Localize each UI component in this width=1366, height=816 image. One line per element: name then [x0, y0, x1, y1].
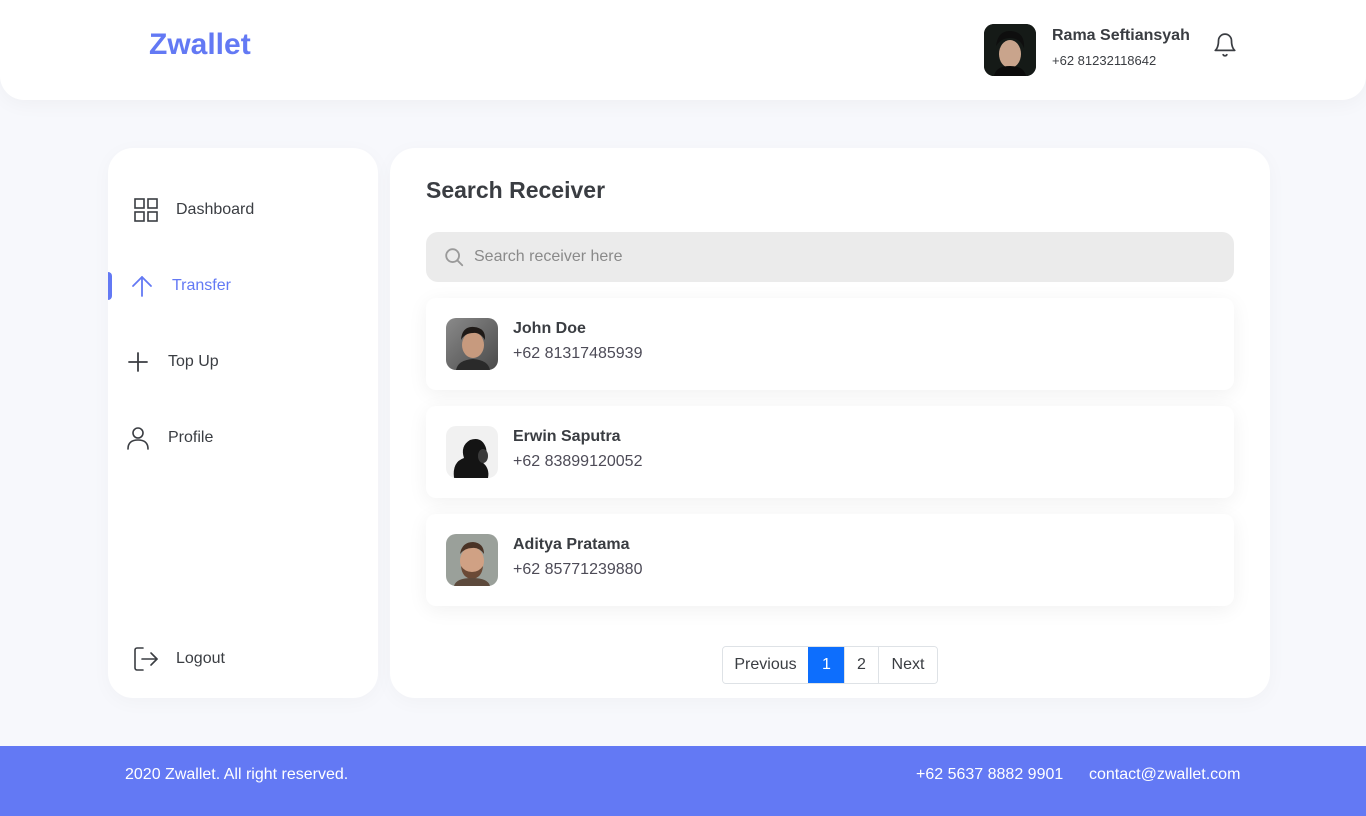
footer: 2020 Zwallet. All right reserved. +62 56…: [0, 746, 1366, 816]
main-panel: Search Receiver John Doe +62 81317485939: [390, 148, 1270, 698]
user-avatar-image: [984, 24, 1036, 76]
sidebar-item-label: Top Up: [168, 353, 219, 370]
page-title: Search Receiver: [426, 177, 606, 203]
sidebar-item-label: Transfer: [172, 277, 231, 294]
pagination: Previous 1 2 Next: [722, 646, 938, 684]
sidebar-item-label: Dashboard: [176, 201, 255, 218]
logout-button[interactable]: Logout: [108, 639, 378, 679]
active-indicator: [108, 272, 112, 300]
receiver-avatar: [446, 426, 498, 478]
arrow-up-icon: [128, 272, 156, 300]
receiver-name: John Doe: [513, 320, 586, 337]
receiver-name: Erwin Saputra: [513, 428, 621, 445]
receiver-phone: +62 83899120052: [513, 453, 643, 470]
footer-phone: +62 5637 8882 9901: [916, 766, 1064, 783]
user-avatar[interactable]: [984, 24, 1036, 76]
receiver-card[interactable]: Erwin Saputra +62 83899120052: [426, 406, 1234, 498]
receiver-avatar: [446, 534, 498, 586]
sidebar-item-label: Profile: [168, 429, 214, 446]
footer-copyright: 2020 Zwallet. All right reserved.: [125, 766, 349, 783]
sidebar-item-top-up[interactable]: Top Up: [108, 342, 378, 382]
top-header: Zwallet Rama Seftiansyah +62 81232118642: [0, 0, 1366, 100]
user-name: Rama Seftiansyah: [1052, 27, 1190, 44]
receiver-phone: +62 85771239880: [513, 561, 643, 578]
sidebar-item-profile[interactable]: Profile: [108, 418, 378, 458]
logout-label: Logout: [176, 650, 225, 667]
receiver-card[interactable]: Aditya Pratama +62 85771239880: [426, 514, 1234, 606]
search-bar[interactable]: [426, 232, 1234, 282]
sidebar: Dashboard Transfer Top Up Profile Logout: [108, 148, 378, 698]
grid-icon: [132, 196, 160, 224]
sidebar-item-dashboard[interactable]: Dashboard: [108, 190, 378, 230]
bell-icon[interactable]: [1212, 32, 1238, 58]
page-2-button[interactable]: 2: [844, 647, 878, 683]
receiver-phone: +62 81317485939: [513, 345, 643, 362]
previous-page-button[interactable]: Previous: [723, 647, 808, 683]
search-input[interactable]: [474, 232, 1214, 282]
sidebar-item-transfer[interactable]: Transfer: [108, 266, 378, 306]
plus-icon: [124, 348, 152, 376]
logout-icon: [132, 645, 160, 673]
user-phone: +62 81232118642: [1052, 53, 1157, 68]
footer-email[interactable]: contact@zwallet.com: [1089, 766, 1240, 784]
next-page-button[interactable]: Next: [878, 647, 937, 683]
receiver-card[interactable]: John Doe +62 81317485939: [426, 298, 1234, 390]
user-icon: [124, 424, 152, 452]
receiver-avatar: [446, 318, 498, 370]
search-icon: [443, 246, 465, 268]
receiver-name: Aditya Pratama: [513, 536, 630, 553]
brand-logo[interactable]: Zwallet: [149, 28, 251, 62]
page-1-button[interactable]: 1: [808, 647, 844, 683]
